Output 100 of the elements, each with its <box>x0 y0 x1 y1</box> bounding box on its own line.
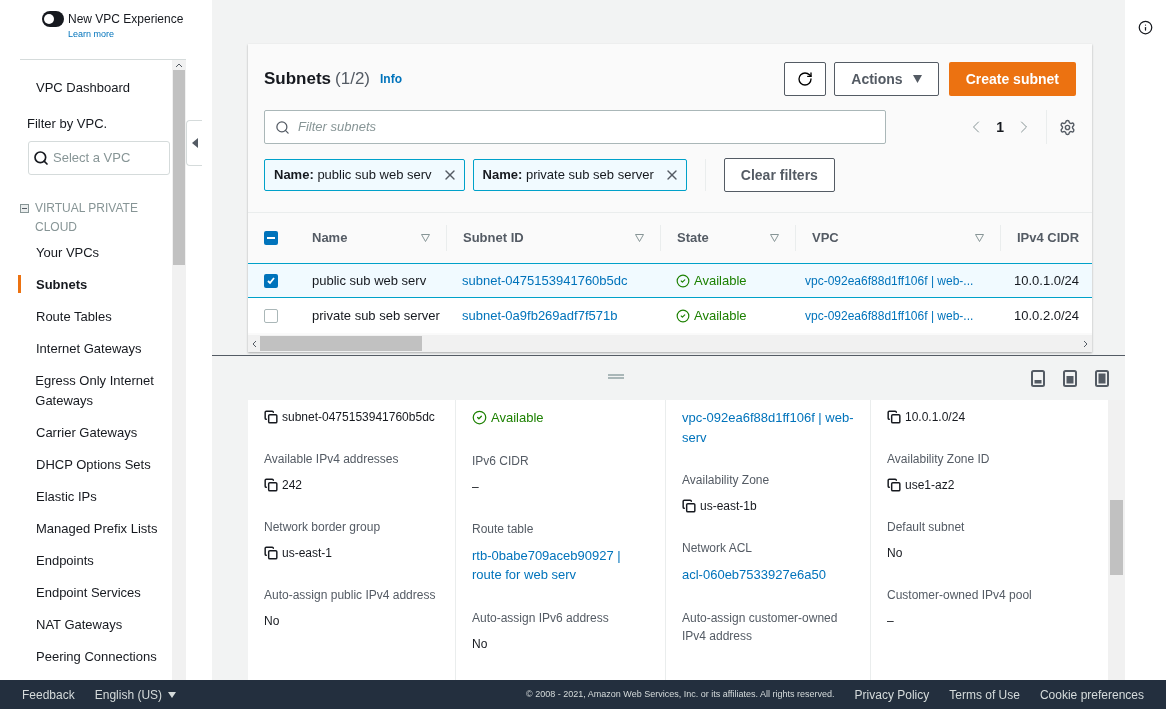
footer-link[interactable]: Privacy Policy <box>854 685 930 704</box>
footer-link[interactable]: Terms of Use <box>949 685 1020 704</box>
toggle-icon[interactable] <box>42 11 64 27</box>
actions-button[interactable]: Actions <box>834 62 939 96</box>
check-circle-icon <box>676 308 690 323</box>
filter-token[interactable]: Name: private sub seb server <box>472 159 687 191</box>
field-link[interactable]: vpc-092ea6f88d1ff106f | web-serv <box>682 408 856 447</box>
section-title: VIRTUAL PRIVATE CLOUD <box>35 200 139 236</box>
placeholder-text: Select a VPC <box>53 149 131 168</box>
scroll-left-icon[interactable] <box>251 339 257 348</box>
table-row[interactable]: private sub seb server subnet-0a9fb269adf7f571b Available vpc-092ea6f88d1ff106f | web-... 10.0.2.0/24 <box>248 298 1092 333</box>
selection-count: (1/2) <box>335 68 371 91</box>
field-label: Availability Zone <box>682 472 771 489</box>
column-header[interactable]: Name <box>312 228 421 248</box>
resize-handle[interactable] <box>608 374 624 379</box>
caret-icon <box>191 138 198 148</box>
copy-icon[interactable] <box>887 478 901 492</box>
nav-item[interactable]: Route Tables <box>36 307 112 327</box>
placeholder-text: Filter subnets <box>298 118 377 137</box>
nav-item[interactable]: NAT Gateways <box>36 615 123 635</box>
field-label: Auto-assign IPv6 address <box>472 609 610 627</box>
nav-item[interactable]: Your VPCs <box>36 243 100 263</box>
nav-link[interactable]: VPC Dashboard <box>0 78 172 98</box>
settings-icon[interactable] <box>1059 118 1076 136</box>
refresh-button[interactable] <box>784 62 827 96</box>
footer-link[interactable]: Cookie preferences <box>1039 685 1144 704</box>
nav-item[interactable]: Subnets <box>36 275 88 295</box>
field-label: Availability Zone ID <box>887 451 991 468</box>
copy-icon[interactable] <box>887 410 901 424</box>
clear-filters-button[interactable]: Clear filters <box>723 158 835 192</box>
subnet-id-link[interactable]: subnet-0a9fb269adf7f571b <box>446 305 660 326</box>
sort-icon[interactable] <box>975 234 984 242</box>
field-value: 242 <box>282 477 303 494</box>
copy-icon[interactable] <box>264 478 278 492</box>
nav-item[interactable]: Egress Only Internet Gateways <box>35 371 172 411</box>
copyright-text: © 2008 - 2021, Amazon Web Services, Inc. or its affiliates. All rights reserved. <box>526 687 835 701</box>
copy-icon[interactable] <box>682 499 696 513</box>
checkbox[interactable] <box>264 308 278 323</box>
nav-item[interactable]: Elastic IPs <box>36 487 97 507</box>
filter-token[interactable]: Name: public sub web serv <box>264 159 465 191</box>
copy-icon[interactable] <box>264 410 278 424</box>
subnet-id-link[interactable]: subnet-0475153941760b5dc <box>446 270 660 291</box>
nav-item[interactable]: Endpoints <box>36 551 94 571</box>
checkbox[interactable] <box>264 231 278 245</box>
vpc-link[interactable]: vpc-092ea6f88d1ff106f | web-... <box>795 306 1000 325</box>
check-circle-icon <box>472 410 487 426</box>
field-link[interactable]: acl-060eb7533927e6a50 <box>682 565 856 585</box>
field-value: No <box>887 545 904 562</box>
table-cell-text: 10.0.2.0/24 <box>1013 306 1081 325</box>
vpc-link[interactable]: vpc-092ea6f88d1ff106f | web-... <box>795 271 1000 290</box>
table-cell-text: 10.0.1.0/24 <box>1013 271 1081 290</box>
panel-layout-icon[interactable] <box>1095 369 1109 387</box>
column-header[interactable]: VPC <box>812 228 975 248</box>
field-value: – <box>472 478 480 496</box>
column-header[interactable]: State <box>677 228 770 248</box>
info-link[interactable]: Info <box>380 70 403 88</box>
field-value: use1-az2 <box>905 477 955 494</box>
field-label: Auto-assign customer-owned IPv4 address <box>682 609 839 645</box>
column-header[interactable]: IPv4 CIDR <box>1017 228 1080 248</box>
caret-icon <box>912 75 922 83</box>
field-label: Available IPv4 addresses <box>264 451 400 468</box>
field-link[interactable]: rtb-0babe709aceb90927 | route for web serv <box>472 545 651 585</box>
nav-item[interactable]: Endpoint Services <box>36 583 141 603</box>
field-value: 10.0.1.0/24 <box>905 409 966 426</box>
nav-item[interactable]: Carrier Gateways <box>36 423 138 443</box>
checkbox[interactable] <box>264 273 278 288</box>
copy-icon[interactable] <box>264 546 278 560</box>
panel-layout-icon[interactable] <box>1031 369 1045 387</box>
table-cell-text: public sub web serv <box>311 271 428 290</box>
horizontal-scrollbar[interactable] <box>248 335 1092 352</box>
nav-item[interactable]: DHCP Options Sets <box>36 455 151 475</box>
nav-item[interactable]: Internet Gateways <box>36 339 142 359</box>
field-value: – <box>887 613 895 630</box>
language-selector[interactable]: English (US) <box>94 685 177 704</box>
filter-token-text: Name: private sub seb server <box>482 166 654 185</box>
page-number[interactable]: 1 <box>996 116 1004 138</box>
column-header[interactable]: Subnet ID <box>463 228 635 248</box>
search-icon <box>33 150 49 166</box>
info-icon[interactable] <box>1138 20 1153 35</box>
scroll-up-icon[interactable] <box>175 62 183 68</box>
collapse-icon[interactable] <box>20 204 29 213</box>
learn-more-link[interactable]: Learn more <box>68 28 186 42</box>
sort-icon[interactable] <box>635 234 644 242</box>
table-cell-text: private sub seb server <box>311 306 441 325</box>
status-text: Available <box>694 271 747 290</box>
caret-icon <box>168 691 177 698</box>
scrollbar[interactable] <box>172 60 186 680</box>
field-value: us-east-1 <box>282 545 333 562</box>
collapse-sidebar-button[interactable] <box>186 120 202 166</box>
table-row[interactable]: public sub web serv subnet-0475153941760b5dc Available vpc-092ea6f88d1ff106f | web-... 10.0.1.0/24 <box>248 263 1092 298</box>
sort-icon[interactable] <box>421 234 430 242</box>
nav-item[interactable]: Peering Connections <box>36 647 157 667</box>
panel-layout-icon[interactable] <box>1063 369 1077 387</box>
feedback-link[interactable]: Feedback <box>22 685 75 704</box>
scroll-right-icon[interactable] <box>1083 339 1089 348</box>
field-label: Network border group <box>264 519 382 536</box>
filter-label: Filter by VPC. <box>26 114 109 133</box>
sort-icon[interactable] <box>770 234 779 242</box>
nav-item[interactable]: Managed Prefix Lists <box>36 519 158 539</box>
field-label: Default subnet <box>887 519 966 536</box>
